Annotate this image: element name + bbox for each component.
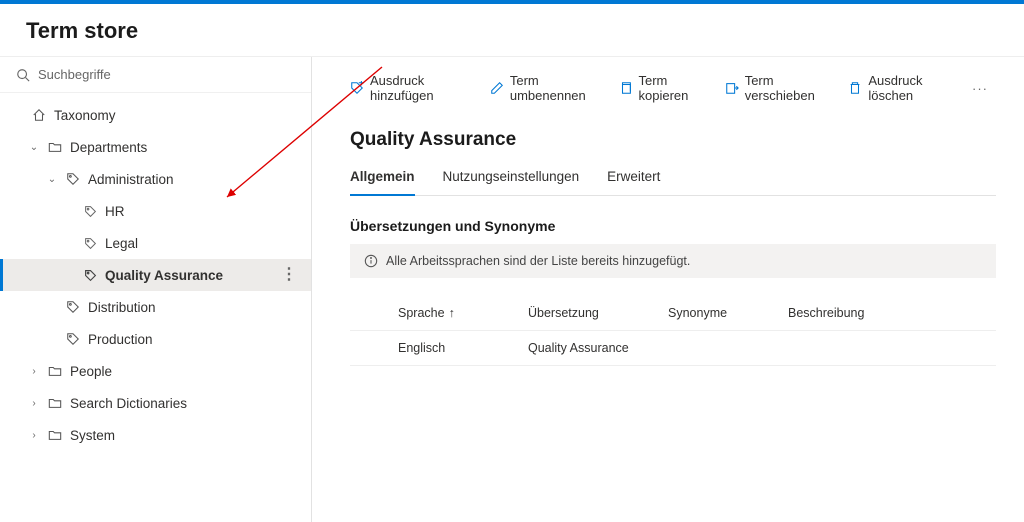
search-icon [16, 68, 30, 82]
folder-icon [48, 396, 62, 410]
tab-general[interactable]: Allgemein [350, 163, 415, 196]
home-icon [32, 108, 46, 122]
tab-usage[interactable]: Nutzungseinstellungen [443, 163, 580, 195]
add-icon [350, 81, 364, 95]
delete-icon [848, 81, 862, 95]
table-row[interactable]: Englisch Quality Assurance [350, 331, 996, 366]
copy-icon [619, 81, 633, 95]
tree-group-search-dictionaries[interactable]: › Search Dictionaries [0, 387, 311, 419]
tag-icon [66, 172, 80, 186]
move-icon [725, 81, 739, 95]
folder-icon [48, 428, 62, 442]
folder-icon [48, 364, 62, 378]
tree-termset-production[interactable]: Production [0, 323, 311, 355]
tree-term-quality-assurance[interactable]: Quality Assurance ⋮ [0, 259, 311, 291]
cmd-overflow[interactable]: ··· [972, 81, 988, 96]
tree-group-system[interactable]: › System [0, 419, 311, 451]
table-header: Sprache ↑ Übersetzung Synonyme Beschreib… [350, 296, 996, 331]
command-bar: Ausdruck hinzufügen Term umbenennen Term… [350, 69, 996, 121]
tree-term-hr[interactable]: HR [0, 195, 311, 227]
chevron-right-icon: › [28, 398, 40, 409]
info-icon [364, 254, 378, 268]
more-icon[interactable]: ⋮ [275, 267, 303, 283]
chevron-down-icon: ⌄ [28, 142, 40, 153]
tag-icon [84, 269, 97, 282]
info-message: Alle Arbeitssprachen sind der Liste bere… [350, 244, 996, 278]
tree-root-taxonomy[interactable]: Taxonomy [0, 99, 311, 131]
term-title: Quality Assurance [350, 129, 996, 151]
cmd-move-term[interactable]: Term verschieben [725, 73, 831, 103]
tag-icon [66, 332, 80, 346]
chevron-right-icon: › [28, 366, 40, 377]
col-description[interactable]: Beschreibung [788, 306, 988, 320]
chevron-down-icon: ⌄ [46, 174, 58, 185]
translations-table: Sprache ↑ Übersetzung Synonyme Beschreib… [350, 296, 996, 366]
tag-icon [84, 237, 97, 250]
cmd-copy-term[interactable]: Term kopieren [619, 73, 707, 103]
folder-icon [48, 140, 62, 154]
cell-language: Englisch [398, 341, 528, 355]
tree-termset-administration[interactable]: ⌄ Administration [0, 163, 311, 195]
tree-termset-distribution[interactable]: Distribution [0, 291, 311, 323]
page-header: Term store [0, 4, 1024, 57]
sidebar: Suchbegriffe Taxonomy ⌄ Departments ⌄ [0, 57, 312, 522]
sort-asc-icon: ↑ [449, 306, 455, 320]
chevron-right-icon: › [28, 430, 40, 441]
tree-group-departments[interactable]: ⌄ Departments [0, 131, 311, 163]
page-title: Term store [26, 18, 998, 44]
detail-tabs: Allgemein Nutzungseinstellungen Erweiter… [350, 163, 996, 196]
tree-term-legal[interactable]: Legal [0, 227, 311, 259]
edit-icon [490, 81, 504, 95]
col-synonyms[interactable]: Synonyme [668, 306, 788, 320]
col-translation[interactable]: Übersetzung [528, 306, 668, 320]
search-input[interactable]: Suchbegriffe [0, 57, 311, 93]
cmd-add-term[interactable]: Ausdruck hinzufügen [350, 73, 472, 103]
section-translations-title: Übersetzungen und Synonyme [350, 218, 996, 234]
cmd-delete-term[interactable]: Ausdruck löschen [848, 73, 954, 103]
main-panel: Ausdruck hinzufügen Term umbenennen Term… [312, 57, 1024, 522]
search-placeholder: Suchbegriffe [38, 67, 111, 82]
tag-icon [66, 300, 80, 314]
tag-icon [84, 205, 97, 218]
col-language[interactable]: Sprache ↑ [398, 306, 528, 320]
taxonomy-tree: Taxonomy ⌄ Departments ⌄ Administration [0, 93, 311, 457]
cell-translation: Quality Assurance [528, 341, 668, 355]
tree-group-people[interactable]: › People [0, 355, 311, 387]
cmd-rename-term[interactable]: Term umbenennen [490, 73, 601, 103]
tab-advanced[interactable]: Erweitert [607, 163, 660, 195]
